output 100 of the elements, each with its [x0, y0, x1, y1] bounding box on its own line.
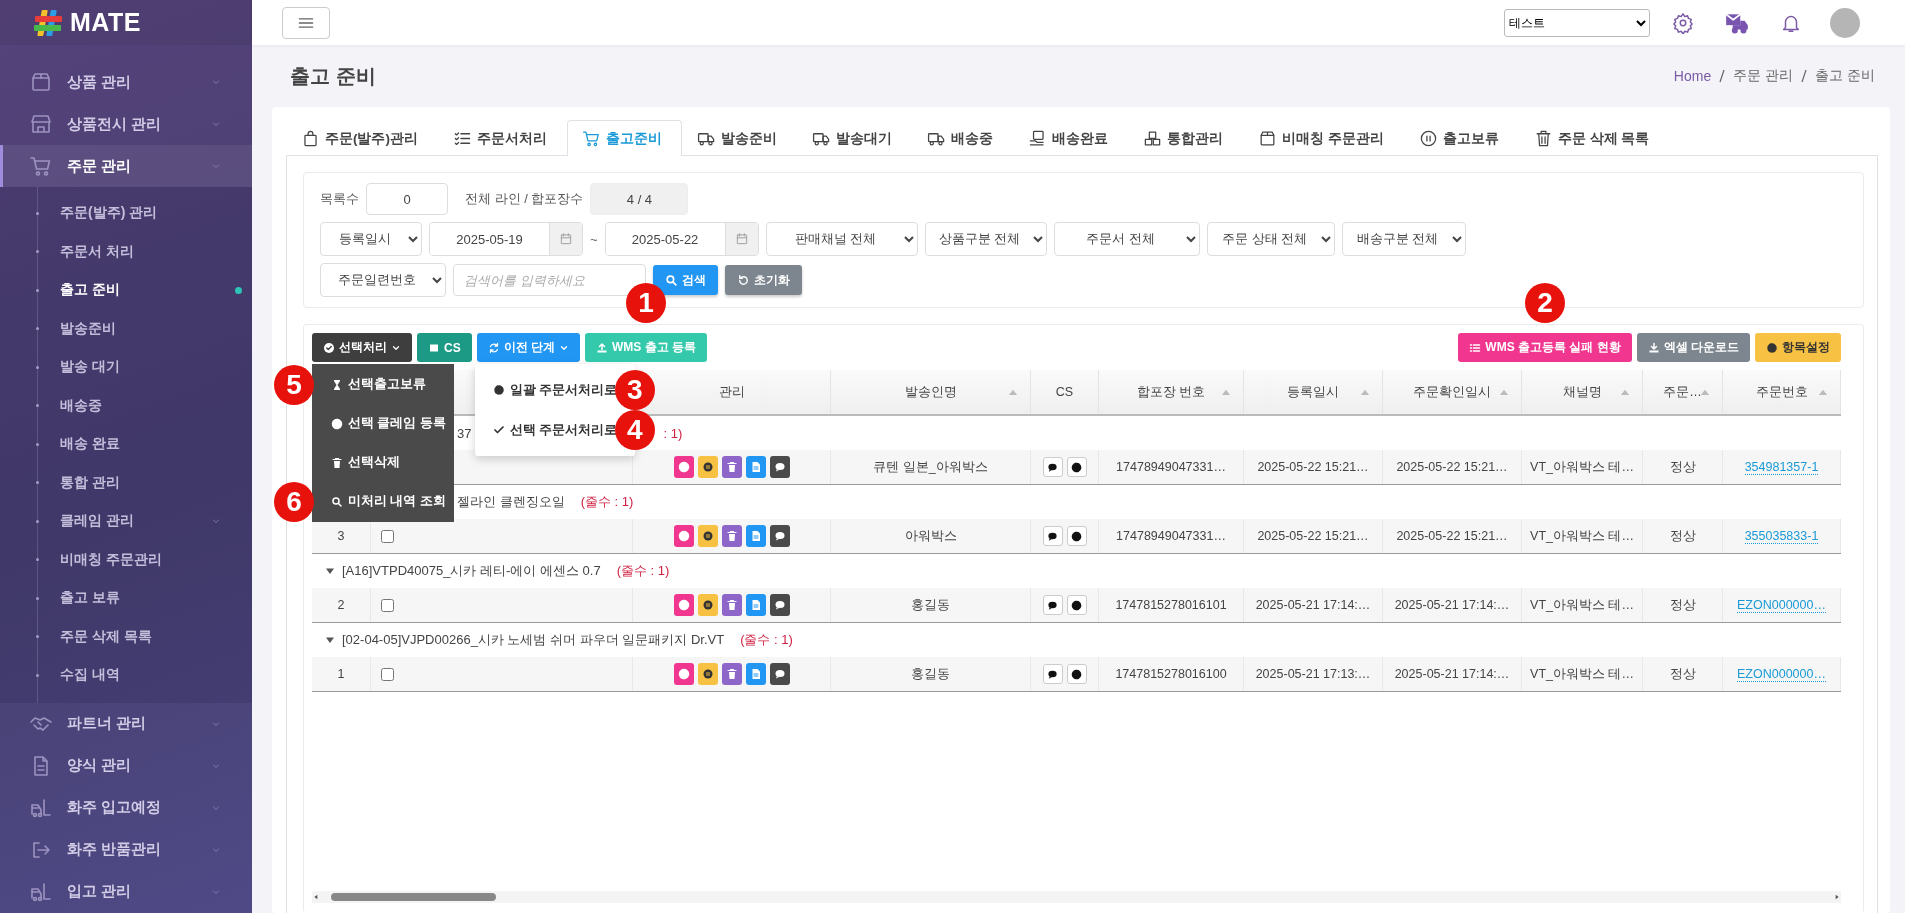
cart-icon [29, 154, 53, 178]
tab[interactable]: 발송준비 [682, 120, 797, 156]
sidebar-item[interactable]: 상품 관리 [0, 61, 252, 103]
cs-button[interactable] [1066, 526, 1087, 546]
cs-button[interactable] [1042, 595, 1063, 615]
filter-select[interactable]: 주문 상태 전체 [1206, 222, 1335, 256]
sidebar-subitem[interactable]: 통합 관리 [0, 463, 252, 502]
filter-select[interactable]: 상품구분 전체 [924, 222, 1047, 256]
tab[interactable]: 배송완료 [1013, 120, 1128, 156]
cs-button[interactable] [1066, 457, 1087, 477]
column-header[interactable]: 주문… [1663, 383, 1702, 401]
total-count-field[interactable]: 4 / 4 [590, 183, 689, 215]
check-icon [492, 424, 505, 436]
action-button[interactable] [769, 663, 790, 685]
action-button[interactable] [697, 594, 718, 616]
pause-solid-icon [701, 530, 714, 542]
breadcrumb-link[interactable]: 출고 준비 [1815, 67, 1875, 85]
table-cell: 2025-05-21 17:13:… [1255, 667, 1371, 681]
sidebar-subitem[interactable]: 출고 보류 [0, 579, 252, 618]
sidebar-item[interactable]: 파트너 관리 [0, 702, 252, 745]
calendar-icon [734, 232, 749, 246]
sidebar-subitem[interactable]: 주문(발주) 관리 [0, 194, 252, 233]
horizontal-scrollbar[interactable] [312, 891, 1841, 903]
slash-icon [1717, 69, 1728, 83]
cs-button[interactable] [1042, 526, 1063, 546]
tab[interactable]: 비매칭 주문관리 [1243, 120, 1404, 156]
table-cell: 2025-05-22 15:21… [1396, 460, 1508, 474]
toolbar-button[interactable]: WMS 출고등록 실패 현황 [1458, 333, 1632, 362]
badge-icon [1071, 599, 1082, 611]
cs-button[interactable] [1042, 664, 1063, 684]
bag-icon [301, 129, 320, 148]
date-field[interactable]: 2025-05-19 [429, 222, 583, 256]
store-icon [29, 112, 53, 136]
column-header[interactable]: 관리 [718, 383, 745, 401]
line-count: (줄수 : 1) [740, 631, 793, 649]
row-checkbox[interactable] [381, 598, 394, 612]
reset-button[interactable]: 초기화 [725, 265, 802, 295]
sidebar-subitem[interactable]: 주문서 처리 [0, 232, 252, 271]
filter-select[interactable]: 판매채널 전체 [765, 222, 918, 256]
tab[interactable]: 주문(발주)관리 [286, 120, 438, 156]
date-type-select[interactable]: 등록일시 [320, 222, 422, 256]
pause-icon [1418, 129, 1438, 148]
action-button[interactable] [769, 525, 790, 547]
date-field[interactable]: 2025-05-22 [604, 222, 759, 256]
sidebar-subitem[interactable]: 발송 대기 [0, 348, 252, 387]
sidebar-item[interactable]: 양식 관리 [0, 744, 252, 787]
menu-item[interactable]: 미처리 내역 조회 [331, 482, 446, 521]
filter-select[interactable]: 배송구분 전체 [1341, 222, 1466, 256]
column-header[interactable]: 합포장 번호 [1136, 383, 1206, 401]
toolbar-button[interactable]: 항목설정 [1755, 333, 1841, 362]
column-header[interactable]: 주문확인일시 [1413, 383, 1491, 401]
sidebar-subitem[interactable]: 발송준비 [0, 309, 252, 348]
tab[interactable]: 출고보류 [1403, 120, 1519, 156]
sidebar-subitem[interactable]: 출고 준비 [0, 271, 252, 310]
menu-item[interactable]: 선택삭제 [331, 443, 400, 482]
company-select[interactable]: 테스트 [1504, 8, 1650, 37]
cs-button[interactable] [1066, 664, 1087, 684]
row-checkbox[interactable] [381, 667, 394, 681]
sidebar-item[interactable]: 상품전시 관리 [0, 103, 252, 145]
column-header[interactable]: 주문번호 [1755, 383, 1808, 401]
action-button[interactable] [769, 456, 790, 478]
sidebar-item[interactable]: 화주 입고예정 [0, 786, 252, 829]
toolbar-button[interactable]: 선택처리 [312, 333, 412, 362]
action-button[interactable] [697, 525, 718, 547]
refresh-icon [487, 341, 500, 354]
action-button[interactable] [697, 663, 718, 685]
row-checkbox[interactable] [381, 529, 394, 543]
column-header[interactable]: CS [1055, 385, 1074, 399]
tab[interactable]: 주문 삭제 목록 [1518, 120, 1670, 156]
toolbar-button[interactable]: 엑셀 다운로드 [1636, 333, 1750, 362]
table-cell: 17478949047331… [1116, 529, 1226, 543]
breadcrumb-link[interactable]: 주문 관리 [1733, 67, 1794, 85]
cs-button[interactable] [1042, 457, 1063, 477]
sidebar-item[interactable]: 주문 관리 [0, 145, 252, 187]
group-title: 젤라인 클렌징오일 [457, 493, 565, 511]
menu-item[interactable]: 선택 클레임 등록 [331, 404, 446, 443]
sidebar-item[interactable]: 입고 관리 [0, 870, 252, 913]
menu-button[interactable] [282, 6, 330, 39]
sidebar-subitem[interactable]: 클레임 관리 [0, 502, 252, 541]
tab[interactable]: 통합관리 [1128, 120, 1243, 156]
action-button[interactable] [697, 456, 718, 478]
menu-item[interactable]: 선택출고보류 [331, 365, 426, 404]
filter-select[interactable]: 주문서 전체 [1053, 222, 1200, 256]
tab[interactable]: 발송대기 [797, 120, 912, 156]
search-type-select[interactable]: 주문일련번호 [320, 263, 446, 297]
cs-button[interactable] [1066, 595, 1087, 615]
action-button[interactable] [769, 594, 790, 616]
sidebar-item[interactable]: 화주 반품관리 [0, 828, 252, 871]
tab[interactable]: 배송중 [912, 120, 1013, 156]
sidebar-subitem[interactable]: 수집 내역 [0, 656, 252, 695]
column-header[interactable]: 채널명 [1562, 383, 1602, 401]
tab[interactable]: 주문서처리 [438, 120, 567, 156]
breadcrumb-link[interactable]: Home [1673, 68, 1712, 84]
sidebar-subitem[interactable]: 주문 삭제 목록 [0, 617, 252, 656]
column-header[interactable]: 등록일시 [1287, 383, 1339, 401]
sidebar-subitem[interactable]: 비매칭 주문관리 [0, 540, 252, 579]
sidebar-subitem[interactable]: 배송 완료 [0, 425, 252, 464]
column-header[interactable]: 발송인명 [904, 383, 957, 401]
sidebar-subitem[interactable]: 배송중 [0, 386, 252, 425]
list-count-field[interactable]: 0 [366, 183, 448, 215]
